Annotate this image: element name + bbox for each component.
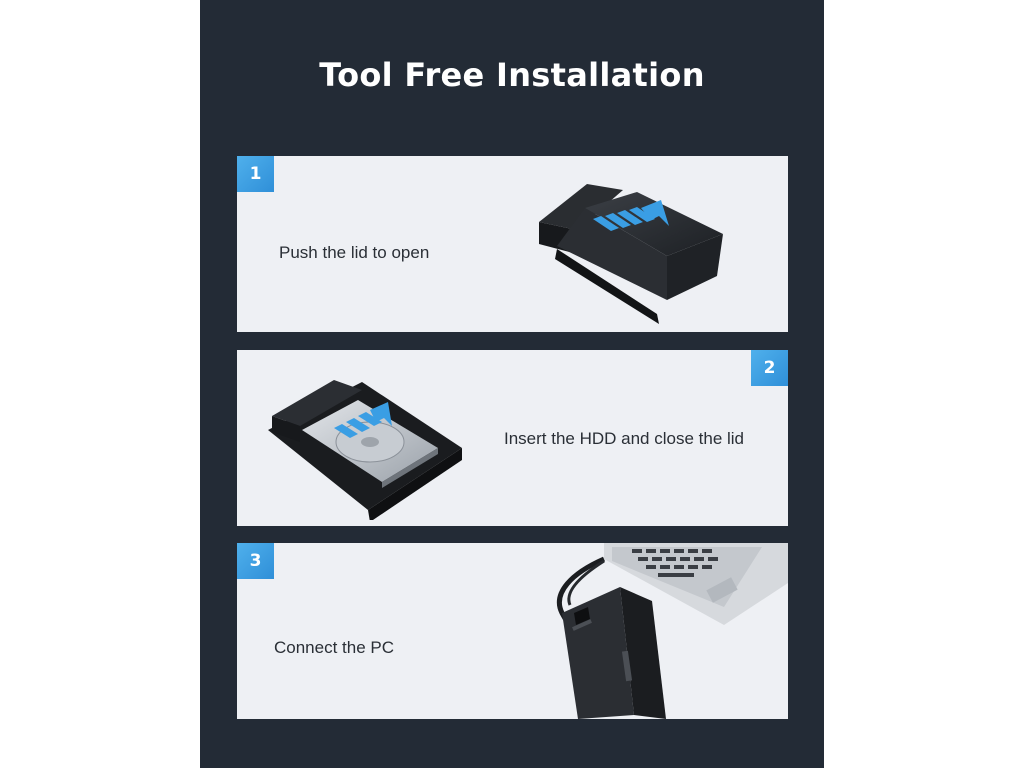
step-number-badge: 2 <box>751 350 788 386</box>
hdd-insert-icon <box>268 380 462 520</box>
step-number-badge: 3 <box>237 543 274 579</box>
step-instruction: Insert the HDD and close the lid <box>504 429 745 448</box>
page-title: Tool Free Installation <box>319 56 705 94</box>
step-instruction: Push the lid to open <box>279 243 430 262</box>
step-card-2: 2 Insert the HDD and close the lid <box>237 350 788 526</box>
laptop-connect-icon <box>556 543 788 719</box>
step-card-1: 1 Push the lid to open <box>237 156 788 332</box>
step-card-3: 3 Connect the PC <box>237 543 788 719</box>
enclosure-open-arrow-icon <box>539 184 723 324</box>
step-instruction: Connect the PC <box>274 638 395 657</box>
step-number-badge: 1 <box>237 156 274 192</box>
